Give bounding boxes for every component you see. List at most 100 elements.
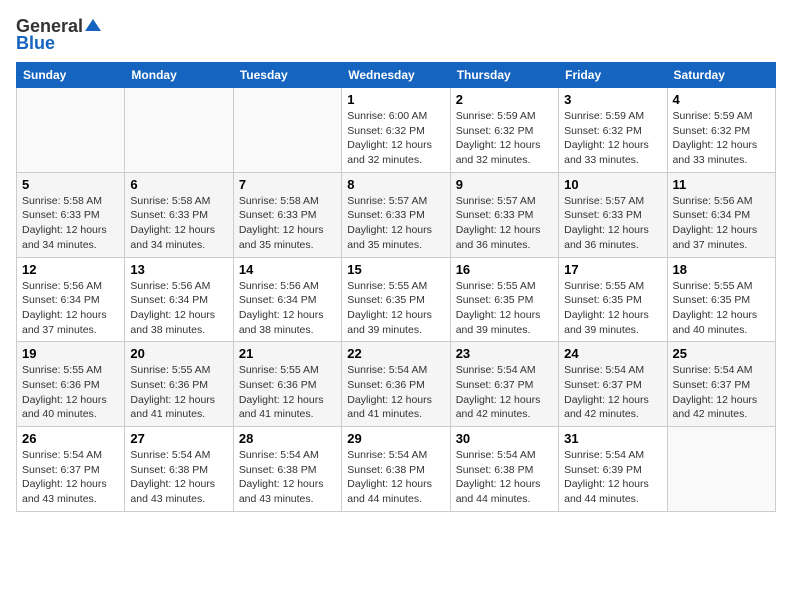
day-info: Sunrise: 5:56 AMSunset: 6:34 PMDaylight:… — [673, 194, 770, 253]
day-cell: 4Sunrise: 5:59 AMSunset: 6:32 PMDaylight… — [667, 88, 775, 173]
day-cell — [667, 427, 775, 512]
day-cell: 25 Sunrise: 5:54 AMSunset: 6:37 PMDayligh… — [667, 342, 775, 427]
day-info: Sunrise: 5:54 AMSunset: 6:36 PMDaylight:… — [347, 363, 444, 422]
day-number: 26 — [22, 431, 119, 446]
day-number: 24 — [564, 346, 661, 361]
day-info: Sunrise: 5:55 AMSunset: 6:36 PMDaylight:… — [22, 363, 119, 422]
day-cell: 7Sunrise: 5:58 AMSunset: 6:33 PMDaylight… — [233, 172, 341, 257]
day-number: 8 — [347, 177, 444, 192]
day-info: Sunrise: 5:58 AMSunset: 6:33 PMDaylight:… — [130, 194, 227, 253]
day-number: 6 — [130, 177, 227, 192]
day-number: 7 — [239, 177, 336, 192]
day-info: Sunrise: 5:54 AMSunset: 6:39 PMDaylight:… — [564, 448, 661, 507]
day-info: Sunrise: 5:58 AMSunset: 6:33 PMDaylight:… — [22, 194, 119, 253]
day-info: Sunrise: 5:59 AMSunset: 6:32 PMDaylight:… — [673, 109, 770, 168]
day-info: Sunrise: 5:56 AMSunset: 6:34 PMDaylight:… — [22, 279, 119, 338]
day-cell: 13Sunrise: 5:56 AMSunset: 6:34 PMDayligh… — [125, 257, 233, 342]
day-number: 1 — [347, 92, 444, 107]
day-cell: 15 Sunrise: 5:55 AMSunset: 6:35 PMDayligh… — [342, 257, 450, 342]
day-info: Sunrise: 5:56 AMSunset: 6:34 PMDaylight:… — [239, 279, 336, 338]
day-cell: 23Sunrise: 5:54 AMSunset: 6:37 PMDayligh… — [450, 342, 558, 427]
day-info: Sunrise: 5:54 AMSunset: 6:38 PMDaylight:… — [347, 448, 444, 507]
day-info: Sunrise: 5:57 AMSunset: 6:33 PMDaylight:… — [456, 194, 553, 253]
day-cell: 5Sunrise: 5:58 AMSunset: 6:33 PMDaylight… — [17, 172, 125, 257]
day-cell: 11 Sunrise: 5:56 AMSunset: 6:34 PMDayligh… — [667, 172, 775, 257]
column-header-sunday: Sunday — [17, 63, 125, 88]
logo-bird-icon — [85, 17, 101, 33]
day-cell: 31 Sunrise: 5:54 AMSunset: 6:39 PMDayligh… — [559, 427, 667, 512]
week-row-3: 12 Sunrise: 5:56 AMSunset: 6:34 PMDayligh… — [17, 257, 776, 342]
day-cell — [233, 88, 341, 173]
day-number: 22 — [347, 346, 444, 361]
column-header-tuesday: Tuesday — [233, 63, 341, 88]
day-number: 9 — [456, 177, 553, 192]
day-number: 18 — [673, 262, 770, 277]
day-info: Sunrise: 5:54 AMSunset: 6:37 PMDaylight:… — [564, 363, 661, 422]
day-info: Sunrise: 5:55 AMSunset: 6:35 PMDaylight:… — [347, 279, 444, 338]
day-info: Sunrise: 5:55 AMSunset: 6:35 PMDaylight:… — [456, 279, 553, 338]
day-number: 13 — [130, 262, 227, 277]
header-row: SundayMondayTuesdayWednesdayThursdayFrid… — [17, 63, 776, 88]
column-header-friday: Friday — [559, 63, 667, 88]
day-info: Sunrise: 5:54 AMSunset: 6:38 PMDaylight:… — [456, 448, 553, 507]
day-number: 17 — [564, 262, 661, 277]
logo-blue: Blue — [16, 33, 55, 54]
day-info: Sunrise: 5:55 AMSunset: 6:36 PMDaylight:… — [130, 363, 227, 422]
day-cell: 10Sunrise: 5:57 AMSunset: 6:33 PMDayligh… — [559, 172, 667, 257]
day-cell: 21Sunrise: 5:55 AMSunset: 6:36 PMDayligh… — [233, 342, 341, 427]
day-cell: 3Sunrise: 5:59 AMSunset: 6:32 PMDaylight… — [559, 88, 667, 173]
day-number: 19 — [22, 346, 119, 361]
day-cell: 6 Sunrise: 5:58 AMSunset: 6:33 PMDaylight… — [125, 172, 233, 257]
day-info: Sunrise: 5:59 AMSunset: 6:32 PMDaylight:… — [564, 109, 661, 168]
day-number: 28 — [239, 431, 336, 446]
day-number: 30 — [456, 431, 553, 446]
day-info: Sunrise: 6:00 AMSunset: 6:32 PMDaylight:… — [347, 109, 444, 168]
day-info: Sunrise: 5:54 AMSunset: 6:37 PMDaylight:… — [673, 363, 770, 422]
day-info: Sunrise: 5:57 AMSunset: 6:33 PMDaylight:… — [564, 194, 661, 253]
week-row-2: 5Sunrise: 5:58 AMSunset: 6:33 PMDaylight… — [17, 172, 776, 257]
week-row-4: 19 Sunrise: 5:55 AMSunset: 6:36 PMDayligh… — [17, 342, 776, 427]
day-info: Sunrise: 5:55 AMSunset: 6:35 PMDaylight:… — [564, 279, 661, 338]
day-cell: 9 Sunrise: 5:57 AMSunset: 6:33 PMDaylight… — [450, 172, 558, 257]
day-cell: 2 Sunrise: 5:59 AMSunset: 6:32 PMDaylight… — [450, 88, 558, 173]
day-number: 14 — [239, 262, 336, 277]
day-info: Sunrise: 5:55 AMSunset: 6:35 PMDaylight:… — [673, 279, 770, 338]
day-cell — [17, 88, 125, 173]
day-cell: 28 Sunrise: 5:54 AMSunset: 6:38 PMDayligh… — [233, 427, 341, 512]
week-row-5: 26Sunrise: 5:54 AMSunset: 6:37 PMDayligh… — [17, 427, 776, 512]
day-cell: 1 Sunrise: 6:00 AMSunset: 6:32 PMDaylight… — [342, 88, 450, 173]
day-number: 16 — [456, 262, 553, 277]
day-info: Sunrise: 5:59 AMSunset: 6:32 PMDaylight:… — [456, 109, 553, 168]
column-header-monday: Monday — [125, 63, 233, 88]
day-cell: 16 Sunrise: 5:55 AMSunset: 6:35 PMDayligh… — [450, 257, 558, 342]
day-number: 31 — [564, 431, 661, 446]
day-number: 20 — [130, 346, 227, 361]
column-header-wednesday: Wednesday — [342, 63, 450, 88]
calendar-table: SundayMondayTuesdayWednesdayThursdayFrid… — [16, 62, 776, 512]
day-info: Sunrise: 5:54 AMSunset: 6:38 PMDaylight:… — [130, 448, 227, 507]
day-cell: 20 Sunrise: 5:55 AMSunset: 6:36 PMDayligh… — [125, 342, 233, 427]
day-number: 25 — [673, 346, 770, 361]
column-header-saturday: Saturday — [667, 63, 775, 88]
week-row-1: 1 Sunrise: 6:00 AMSunset: 6:32 PMDaylight… — [17, 88, 776, 173]
day-cell: 29 Sunrise: 5:54 AMSunset: 6:38 PMDayligh… — [342, 427, 450, 512]
day-cell: 14 Sunrise: 5:56 AMSunset: 6:34 PMDayligh… — [233, 257, 341, 342]
day-number: 11 — [673, 177, 770, 192]
day-info: Sunrise: 5:55 AMSunset: 6:36 PMDaylight:… — [239, 363, 336, 422]
column-header-thursday: Thursday — [450, 63, 558, 88]
day-cell: 24 Sunrise: 5:54 AMSunset: 6:37 PMDayligh… — [559, 342, 667, 427]
day-number: 15 — [347, 262, 444, 277]
day-number: 2 — [456, 92, 553, 107]
day-cell: 18 Sunrise: 5:55 AMSunset: 6:35 PMDayligh… — [667, 257, 775, 342]
day-number: 27 — [130, 431, 227, 446]
logo: General Blue — [16, 16, 101, 54]
day-info: Sunrise: 5:54 AMSunset: 6:37 PMDaylight:… — [456, 363, 553, 422]
day-info: Sunrise: 5:57 AMSunset: 6:33 PMDaylight:… — [347, 194, 444, 253]
day-cell: 30 Sunrise: 5:54 AMSunset: 6:38 PMDayligh… — [450, 427, 558, 512]
day-info: Sunrise: 5:54 AMSunset: 6:38 PMDaylight:… — [239, 448, 336, 507]
day-number: 29 — [347, 431, 444, 446]
day-number: 12 — [22, 262, 119, 277]
day-cell: 19 Sunrise: 5:55 AMSunset: 6:36 PMDayligh… — [17, 342, 125, 427]
day-cell: 12 Sunrise: 5:56 AMSunset: 6:34 PMDayligh… — [17, 257, 125, 342]
day-cell: 17 Sunrise: 5:55 AMSunset: 6:35 PMDayligh… — [559, 257, 667, 342]
